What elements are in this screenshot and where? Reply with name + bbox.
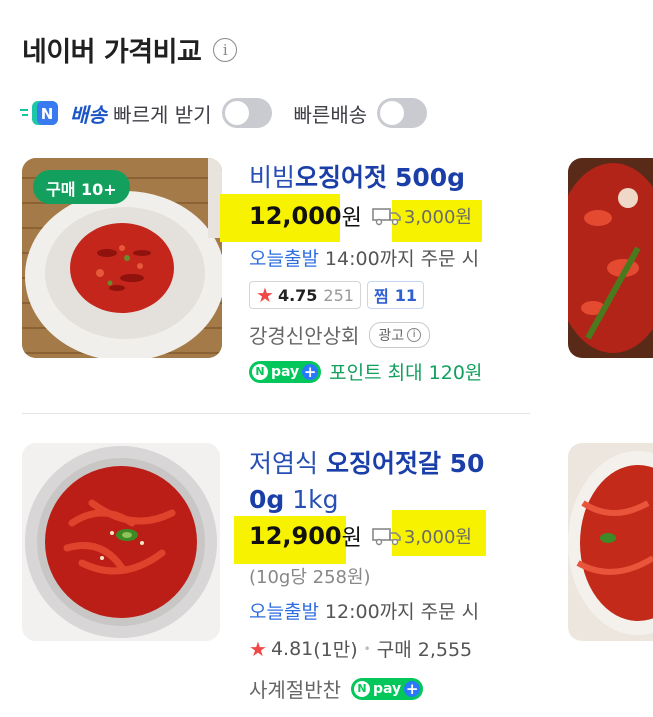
npay-plus-icon: + — [404, 679, 421, 698]
today-dispatch-label: 오늘출발 — [249, 248, 319, 270]
shipping-fee: 3,000원 — [403, 527, 472, 548]
delivery-logo-icon: N — [20, 98, 64, 128]
price-row: 12,000 원 3,000원 — [249, 200, 472, 232]
npay-n-icon: N — [354, 680, 370, 697]
rating-value[interactable]: 4.81 — [271, 638, 313, 660]
dispatch-info: 오늘출발 14:00까지 주문 시 — [249, 244, 479, 271]
seller-name[interactable]: 강경신안상회 — [249, 320, 359, 349]
delivery-toggle[interactable] — [221, 98, 272, 128]
product-image[interactable] — [22, 443, 220, 641]
npay-row: N pay + 포인트 최대 120원 — [249, 358, 482, 385]
price-value: 12,000 — [249, 202, 342, 230]
review-count: 251 — [323, 285, 354, 305]
point-text: 포인트 최대 120원 — [329, 362, 483, 384]
product-title[interactable]: 저염식 오징어젓갈 50 0g 1kg — [249, 446, 539, 518]
fast-shipping-toggle[interactable] — [377, 98, 428, 128]
review-count[interactable]: (1만) — [313, 635, 357, 662]
price-row: 12,900 원 3,000원 — [249, 520, 472, 552]
npay-badge: N pay + — [249, 360, 322, 383]
price-currency: 원 — [341, 206, 362, 231]
jjim-count: 11 — [394, 285, 417, 305]
divider — [22, 413, 530, 414]
npay-n-icon: N — [252, 363, 268, 380]
star-icon: ★ — [249, 636, 267, 661]
dispatch-info: 오늘출발 12:00까지 주문 시 — [249, 597, 479, 624]
npay-badge: N pay + — [351, 677, 424, 700]
unit-price: (10g당 258원) — [249, 567, 371, 588]
purchase-count: 구매 2,555 — [376, 639, 473, 661]
truck-icon — [372, 526, 402, 546]
rating-row: ★ 4.75 251 찜 11 — [249, 281, 424, 309]
separator-dot: • — [363, 641, 371, 656]
today-dispatch-label: 오늘출발 — [249, 601, 319, 623]
purchase-count-badge: 구매 10+ — [33, 170, 130, 204]
seller-row: 사계절반찬 N pay + — [249, 674, 424, 703]
seller-row: 강경신안상회 광고 i — [249, 320, 431, 349]
seller-name[interactable]: 사계절반찬 — [249, 674, 341, 703]
next-product-image[interactable] — [568, 158, 653, 358]
ad-info-icon: i — [407, 327, 422, 342]
toggle-knob — [224, 101, 249, 125]
shipping-fee: 3,000원 — [403, 207, 472, 228]
info-icon[interactable]: i — [213, 37, 238, 62]
jjim-label: 찜 — [373, 287, 389, 306]
dispatch-deadline: 12:00까지 주문 시 — [324, 601, 480, 623]
toggle-knob — [380, 101, 405, 125]
product-title[interactable]: 비빔오징어젓 500g — [249, 160, 465, 196]
truck-icon — [372, 206, 402, 226]
rating-value: 4.75 — [277, 285, 318, 305]
page-title: 네이버 가격비교 — [22, 37, 202, 68]
star-icon: ★ — [256, 283, 274, 307]
dispatch-deadline: 14:00까지 주문 시 — [324, 248, 480, 270]
page-header: 네이버 가격비교 i — [22, 30, 238, 69]
filter-bar: N 배송 빠르게 받기 빠른배송 — [20, 98, 428, 128]
price-currency: 원 — [341, 526, 362, 551]
svg-text:N: N — [41, 105, 54, 123]
rating-row: ★ 4.81 (1만) • 구매 2,555 — [249, 635, 472, 662]
price-value: 12,900 — [249, 522, 342, 550]
jjim-box[interactable]: 찜 11 — [366, 281, 424, 309]
next-product-image[interactable] — [568, 443, 653, 641]
npay-plus-icon: + — [302, 362, 319, 381]
ad-badge[interactable]: 광고 i — [369, 321, 431, 348]
fast-shipping-label: 빠른배송 — [293, 102, 368, 127]
delivery-filter-label: 배송 빠르게 받기 — [70, 102, 212, 127]
rating-box[interactable]: ★ 4.75 251 — [249, 281, 361, 309]
